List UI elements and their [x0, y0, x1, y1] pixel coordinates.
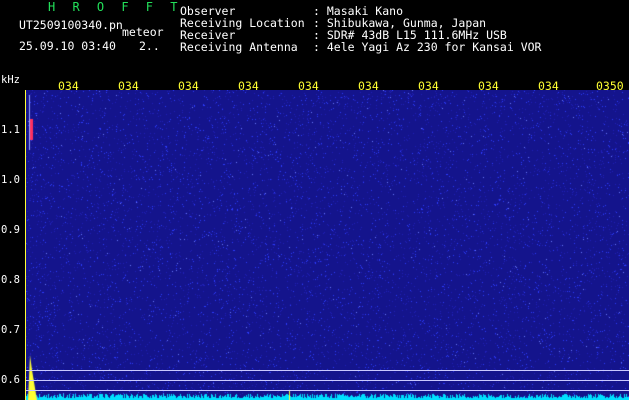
y-axis-line: [25, 90, 26, 400]
y-tick-label: 0.6: [1, 374, 20, 386]
observation-type: meteor: [122, 25, 164, 39]
y-tick-label: 0.8: [1, 274, 20, 286]
datetime: 25.09.10 03:40: [19, 39, 116, 53]
reference-line: [26, 380, 629, 381]
app-title: H R O F F T: [48, 0, 183, 14]
y-tick-label: 1.0: [1, 174, 20, 186]
header-panel: H R O F F T UT2509100340.pn meteor 25.09…: [0, 0, 629, 74]
y-tick-label: 0.7: [1, 324, 20, 336]
antenna-value: : 4ele Yagi Az 230 for Kansai VOR: [313, 40, 542, 54]
y-tick-label: 1.1: [1, 124, 20, 136]
y-axis-panel: kHz 1.1 1.0 0.9 0.8 0.7 0.6: [0, 74, 26, 400]
antenna-label: Receiving Antenna: [180, 40, 298, 54]
spectrogram-plot: [26, 90, 629, 400]
y-unit-label: kHz: [1, 74, 20, 86]
count: 2..: [139, 39, 160, 53]
reference-line: [26, 390, 629, 391]
reference-line: [26, 370, 629, 371]
filename: UT2509100340.pn: [19, 18, 123, 32]
spectrogram-canvas: [26, 90, 629, 400]
y-tick-label: 0.9: [1, 224, 20, 236]
